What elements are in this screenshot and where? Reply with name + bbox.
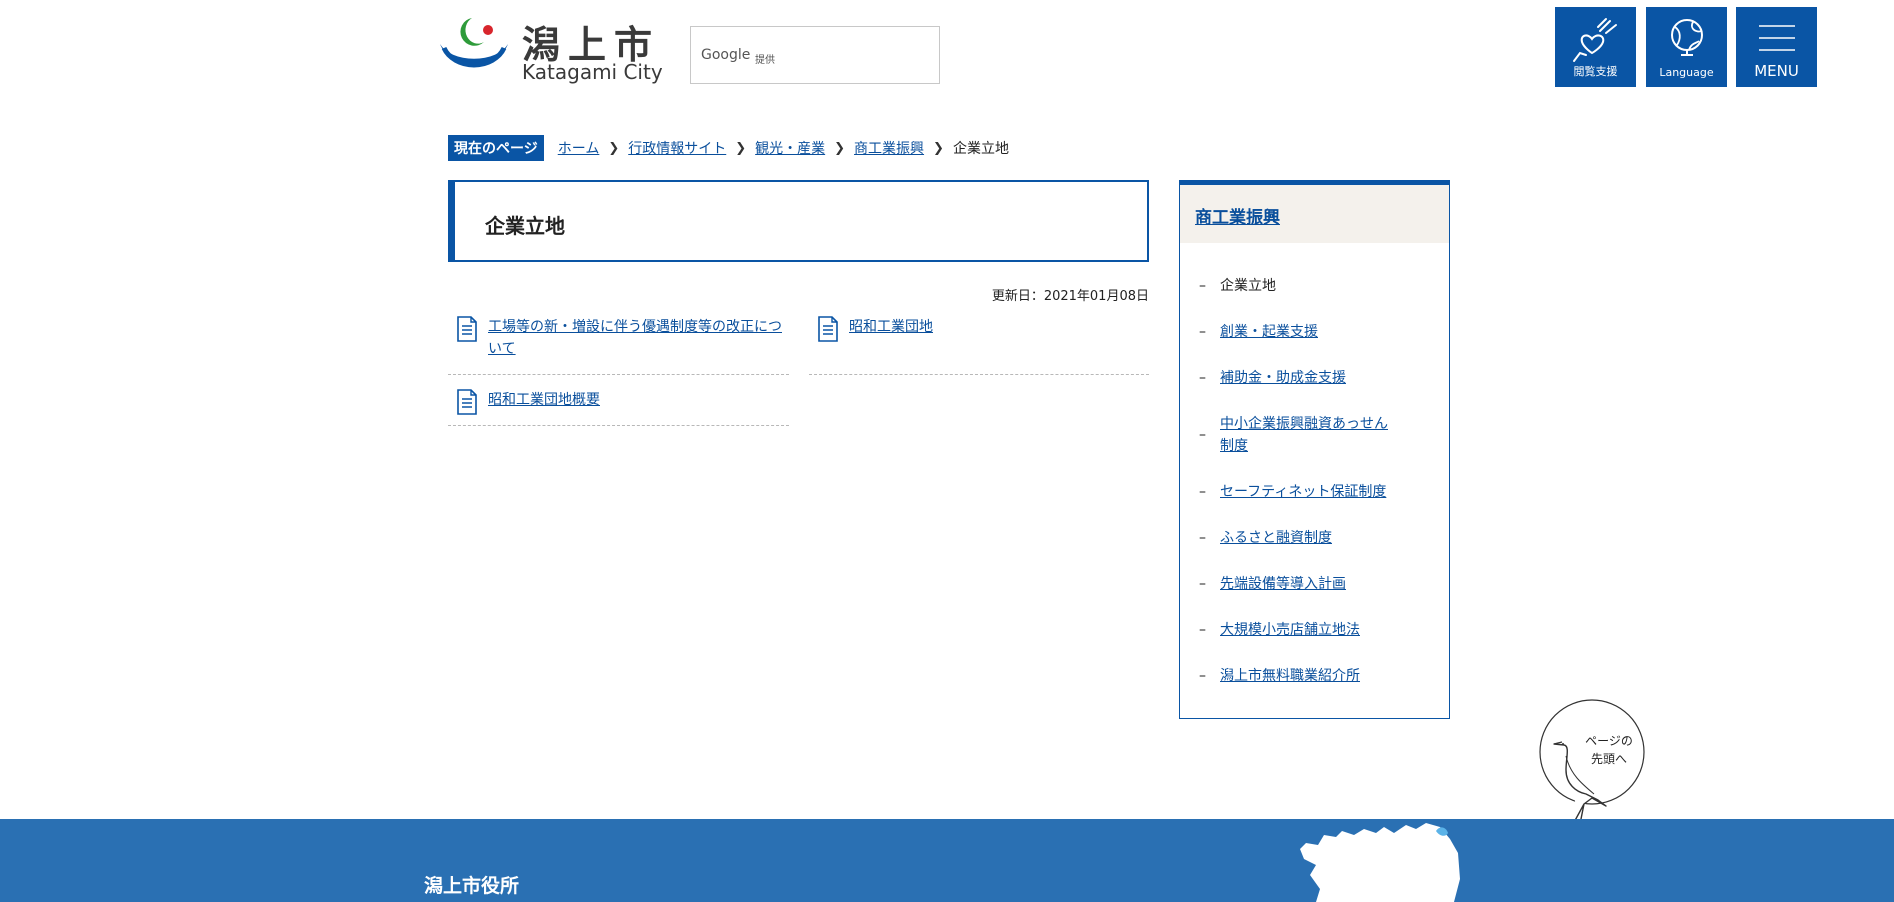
back-to-top-button[interactable]: ページの 先頭へ <box>1536 698 1646 833</box>
menu-button[interactable]: MENU <box>1736 7 1817 87</box>
breadcrumb-tourism-industry[interactable]: 観光・産業 <box>755 138 825 158</box>
language-label: Language <box>1659 66 1714 79</box>
sidebar-item-label[interactable]: 補助金・助成金支援 <box>1220 370 1346 386</box>
city-emblem-icon <box>440 18 508 68</box>
page-title-box: 企業立地 <box>448 180 1149 262</box>
sidebar-item-label[interactable]: 創業・起業支援 <box>1220 324 1318 340</box>
accessibility-button[interactable]: 閲覧支援 <box>1555 7 1636 87</box>
sidebar-item-shokugyo[interactable]: – 潟上市無料職業紹介所 <box>1180 665 1449 687</box>
breadcrumb-current-page: 企業立地 <box>952 141 1009 157</box>
list-item[interactable]: 昭和工業団地 <box>809 314 1149 375</box>
sidebar-item-sogyo[interactable]: – 創業・起業支援 <box>1180 321 1449 343</box>
menu-label: MENU <box>1754 62 1799 80</box>
dash-icon: – <box>1199 622 1206 638</box>
page-link[interactable]: 工場等の新・増設に伴う優遇制度等の改正について <box>488 316 788 360</box>
chevron-right-icon: ❯ <box>608 140 620 156</box>
sidebar-item-kigyo-ritchi: – 企業立地 <box>1180 275 1449 297</box>
back-to-top-line1: ページの <box>1585 734 1633 748</box>
sidebar-item-label[interactable]: セーフティネット保証制度 <box>1220 484 1386 500</box>
heart-hand-icon <box>1572 18 1617 62</box>
breadcrumb-commerce-promotion[interactable]: 商工業振興 <box>854 138 924 158</box>
list-item[interactable]: 工場等の新・増設に伴う優遇制度等の改正について <box>448 314 789 375</box>
sidebar-item-daikibo[interactable]: – 大規模小売店舗立地法 <box>1180 619 1449 641</box>
dash-icon: – <box>1199 427 1206 443</box>
dash-icon: – <box>1199 530 1206 546</box>
breadcrumb-current-label: 現在のページ <box>448 135 544 161</box>
city-map-icon <box>1300 823 1460 902</box>
sidebar-item-sentan[interactable]: – 先端設備等導入計画 <box>1180 573 1449 595</box>
site-logo[interactable]: 潟上市 Katagami City <box>436 14 663 84</box>
breadcrumb-home[interactable]: ホーム <box>558 138 600 158</box>
search-input[interactable]: Google 提供 <box>690 26 940 84</box>
google-brand: Google <box>701 47 751 63</box>
sidebar-item-label[interactable]: 中小企業振興融資あっせん制度 <box>1220 416 1388 454</box>
document-icon <box>457 316 477 342</box>
dash-icon: – <box>1199 278 1206 294</box>
sidebar-heading-link[interactable]: 商工業振興 <box>1195 203 1280 228</box>
sidebar-item-furusato[interactable]: – ふるさと融資制度 <box>1180 527 1449 549</box>
sidebar-item-label: 企業立地 <box>1220 278 1276 294</box>
page-title: 企業立地 <box>485 214 565 238</box>
list-item[interactable]: 昭和工業団地概要 <box>448 387 789 426</box>
hamburger-icon <box>1758 25 1795 51</box>
sidebar: 商工業振興 – 企業立地 – 創業・起業支援 – 補助金・助成金支援 – 中小企業振興融… <box>1179 180 1450 719</box>
sidebar-heading: 商工業振興 <box>1180 185 1449 243</box>
sidebar-item-safetynet[interactable]: – セーフティネット保証制度 <box>1180 481 1449 503</box>
globe-icon <box>1670 19 1703 56</box>
search-provided-label: 提供 <box>755 55 775 66</box>
sidebar-list: – 企業立地 – 創業・起業支援 – 補助金・助成金支援 – 中小企業振興融資あっせん制… <box>1180 275 1449 687</box>
sidebar-item-hojokin[interactable]: – 補助金・助成金支援 <box>1180 367 1449 389</box>
language-button[interactable]: Language <box>1646 7 1727 87</box>
chevron-right-icon: ❯ <box>933 140 944 156</box>
logo-text-en: Katagami City <box>522 60 663 84</box>
accessibility-label: 閲覧支援 <box>1573 65 1618 78</box>
dash-icon: – <box>1199 484 1206 500</box>
footer-office-name: 潟上市役所 <box>424 875 520 897</box>
dash-icon: – <box>1199 370 1206 386</box>
dash-icon: – <box>1199 576 1206 592</box>
sidebar-item-label[interactable]: 潟上市無料職業紹介所 <box>1220 668 1360 684</box>
page-link[interactable]: 昭和工業団地概要 <box>488 389 600 411</box>
back-to-top-line2: 先頭へ <box>1590 752 1627 766</box>
page-link[interactable]: 昭和工業団地 <box>849 316 933 338</box>
footer: 潟上市役所 <box>0 819 1894 902</box>
dash-icon: – <box>1199 668 1206 684</box>
sidebar-item-label[interactable]: 先端設備等導入計画 <box>1220 576 1346 592</box>
back-to-top-label: ページの 先頭へ <box>1574 732 1644 768</box>
breadcrumb: 現在のページ ホーム ❯ 行政情報サイト ❯ 観光・産業 ❯ 商工業振興 ❯ 企… <box>448 135 1009 161</box>
chevron-right-icon: ❯ <box>834 140 846 156</box>
sidebar-item-yushi[interactable]: – 中小企業振興融資あっせん制度 <box>1180 413 1410 457</box>
dash-icon: – <box>1199 324 1206 340</box>
updated-date: 更新日：2021年01月08日 <box>991 289 1149 304</box>
sidebar-item-label[interactable]: ふるさと融資制度 <box>1220 530 1332 546</box>
breadcrumb-admin-info[interactable]: 行政情報サイト <box>628 138 726 158</box>
sidebar-item-label[interactable]: 大規模小売店舗立地法 <box>1220 622 1360 638</box>
chevron-right-icon: ❯ <box>735 140 747 156</box>
document-icon <box>818 316 838 342</box>
document-icon <box>457 389 477 415</box>
